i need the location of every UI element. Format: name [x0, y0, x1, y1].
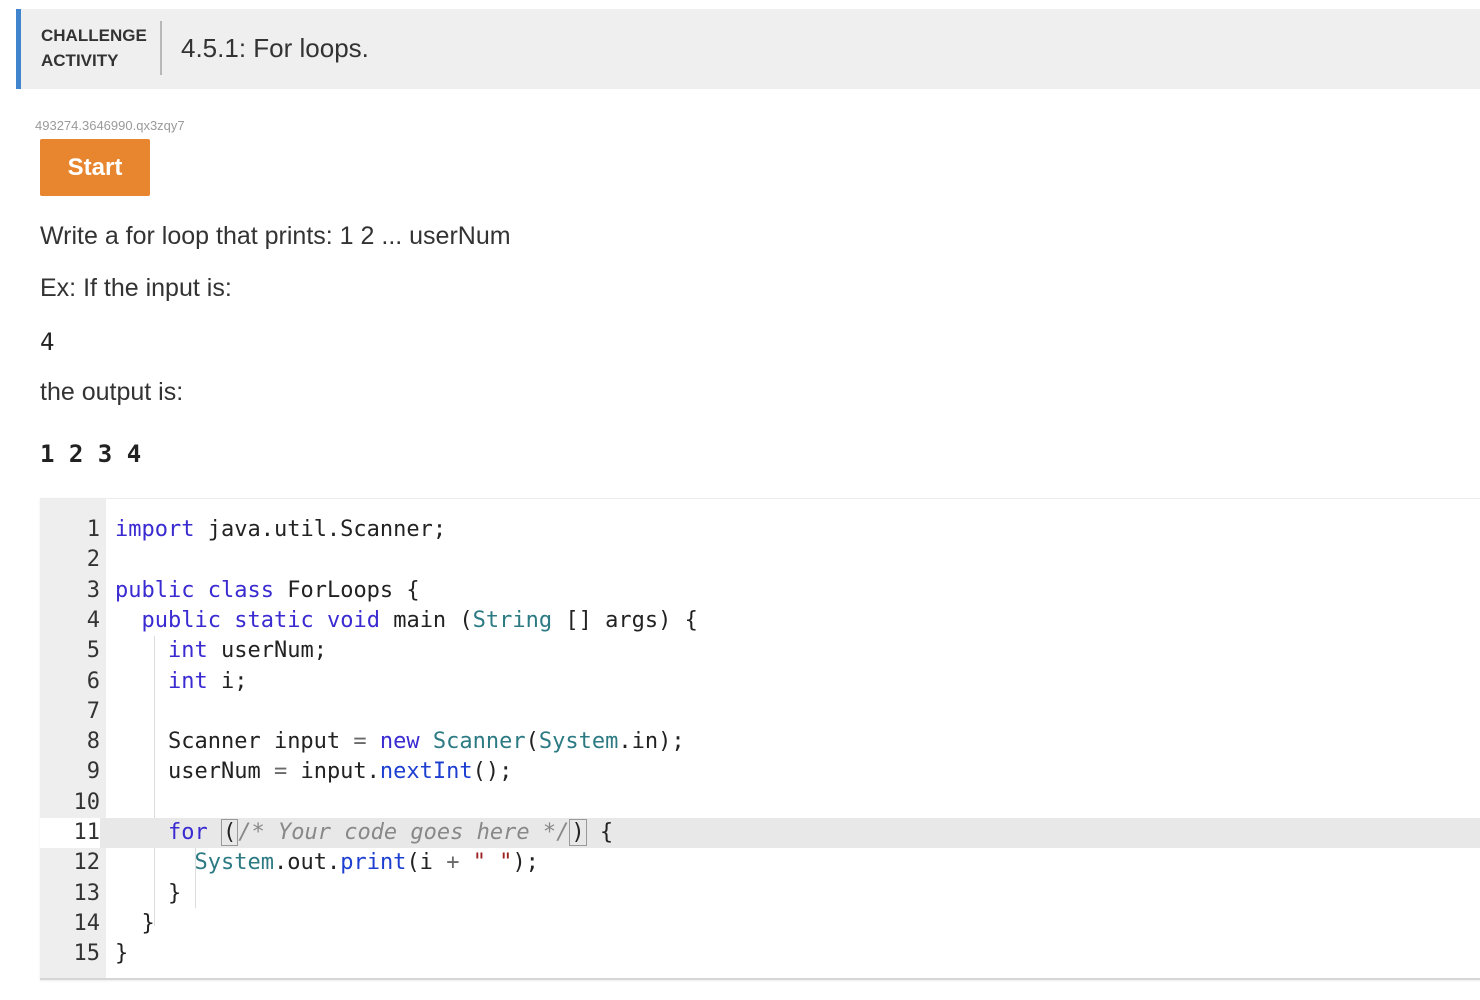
code-token: Scanner input: [167, 729, 354, 754]
code-line[interactable]: 7: [40, 697, 1480, 727]
keyword: void: [326, 608, 380, 633]
operator: +: [446, 850, 460, 875]
line-number: 13: [73, 881, 101, 906]
code-line-active[interactable]: 11 for (/* Your code goes here */) {: [40, 818, 1480, 848]
code-token: userNum: [167, 759, 274, 784]
code-line[interactable]: 1 import java.util.Scanner;: [40, 515, 1480, 545]
code-line[interactable]: 3 public class ForLoops {: [40, 576, 1480, 606]
output-intro: the output is:: [40, 378, 184, 406]
code-text[interactable]: int userNum;: [115, 636, 327, 666]
code-line[interactable]: 9 userNum = input.nextInt();: [40, 757, 1480, 787]
code-token: java.util.Scanner;: [194, 517, 447, 542]
keyword: int: [167, 638, 208, 663]
method-name: nextInt: [379, 759, 473, 784]
code-text[interactable]: public static void main (String [] args)…: [115, 606, 698, 636]
operator: =: [353, 729, 367, 754]
line-number: 4: [86, 608, 100, 633]
code-line[interactable]: 15 }: [40, 939, 1480, 969]
start-button[interactable]: Start: [40, 139, 150, 196]
code-line[interactable]: 13 }: [40, 879, 1480, 909]
code-line[interactable]: 14 }: [40, 909, 1480, 939]
code-token: [] args) {: [552, 608, 698, 633]
keyword: new: [379, 729, 420, 754]
code-text[interactable]: }: [115, 909, 155, 939]
keyword: class: [207, 578, 274, 603]
line-number: 15: [73, 941, 101, 966]
code-token: ForLoops {: [273, 578, 420, 603]
code-token: }: [167, 881, 182, 906]
activity-title: 4.5.1: For loops.: [181, 33, 369, 63]
line-number: 3: [86, 578, 100, 603]
code-token: (: [525, 729, 539, 754]
keyword: public: [115, 578, 195, 603]
code-text[interactable]: public class ForLoops {: [115, 576, 420, 606]
code-editor[interactable]: 1 import java.util.Scanner; 2 3 public c…: [40, 498, 1480, 980]
line-number: 9: [86, 759, 100, 784]
code-line[interactable]: 10: [40, 788, 1480, 818]
code-line[interactable]: 4 public static void main (String [] arg…: [40, 606, 1480, 636]
code-text[interactable]: for (/* Your code goes here */) {: [115, 818, 613, 848]
code-line[interactable]: 5 int userNum;: [40, 636, 1480, 666]
line-number: 12: [73, 850, 101, 875]
keyword: static: [234, 608, 314, 633]
code-token: input.: [287, 759, 380, 784]
code-token: }: [115, 941, 129, 966]
line-number: 2: [86, 547, 100, 572]
code-line[interactable]: 12 System.out.print(i + " ");: [40, 848, 1480, 878]
code-token: );: [512, 850, 539, 875]
operator: =: [273, 759, 288, 784]
code-text[interactable]: }: [115, 879, 181, 909]
type-name: Scanner: [432, 729, 526, 754]
open-paren[interactable]: (: [220, 819, 239, 846]
code-token: (i: [406, 850, 447, 875]
code-token: userNum;: [207, 638, 327, 663]
example-output: 1 2 3 4: [40, 440, 142, 468]
code-line[interactable]: 6 int i;: [40, 667, 1480, 697]
type-name: System: [194, 850, 274, 875]
activity-id: 493274.3646990.qx3zqy7: [35, 118, 185, 133]
line-number: 11: [40, 818, 100, 848]
line-number: 7: [86, 699, 100, 724]
keyword: for: [167, 820, 208, 845]
type-name: String: [472, 608, 553, 633]
activity-header: CHALLENGE ACTIVITY 4.5.1: For loops.: [16, 9, 1480, 89]
code-token: ();: [472, 759, 513, 784]
code-token: main (: [379, 608, 473, 633]
code-text[interactable]: import java.util.Scanner;: [115, 515, 446, 545]
code-text[interactable]: userNum = input.nextInt();: [115, 757, 512, 787]
line-number: 14: [73, 911, 101, 936]
type-name: System: [538, 729, 619, 754]
code-line[interactable]: 2: [40, 545, 1480, 575]
code-token: {: [586, 820, 614, 845]
example-input: 4: [40, 328, 55, 356]
code-token: i;: [207, 669, 248, 694]
method-name: print: [340, 850, 407, 875]
line-number: 1: [86, 517, 100, 542]
code-text[interactable]: Scanner input = new Scanner(System.in);: [115, 727, 685, 757]
code-token: }: [141, 911, 155, 936]
code-token: .in);: [618, 729, 685, 754]
code-token: .out.: [273, 850, 341, 875]
code-comment[interactable]: /* Your code goes here */: [238, 820, 569, 845]
header-divider: [160, 21, 162, 75]
line-number: 10: [73, 790, 101, 815]
code-text[interactable]: }: [115, 939, 128, 969]
keyword: public: [141, 608, 221, 633]
code-line[interactable]: 8 Scanner input = new Scanner(System.in)…: [40, 727, 1480, 757]
string-literal: " ": [472, 850, 513, 875]
close-paren[interactable]: ): [569, 819, 587, 846]
challenge-activity-label: CHALLENGE ACTIVITY: [41, 26, 147, 70]
line-number: 6: [86, 669, 100, 694]
keyword: int: [167, 669, 208, 694]
code-text[interactable]: int i;: [115, 667, 248, 697]
instruction-text: Write a for loop that prints: 1 2 ... us…: [40, 222, 511, 250]
line-number: 8: [86, 729, 100, 754]
line-number: 5: [86, 638, 100, 663]
keyword: import: [115, 517, 195, 542]
code-text[interactable]: System.out.print(i + " ");: [115, 848, 539, 878]
example-intro: Ex: If the input is:: [40, 274, 232, 302]
